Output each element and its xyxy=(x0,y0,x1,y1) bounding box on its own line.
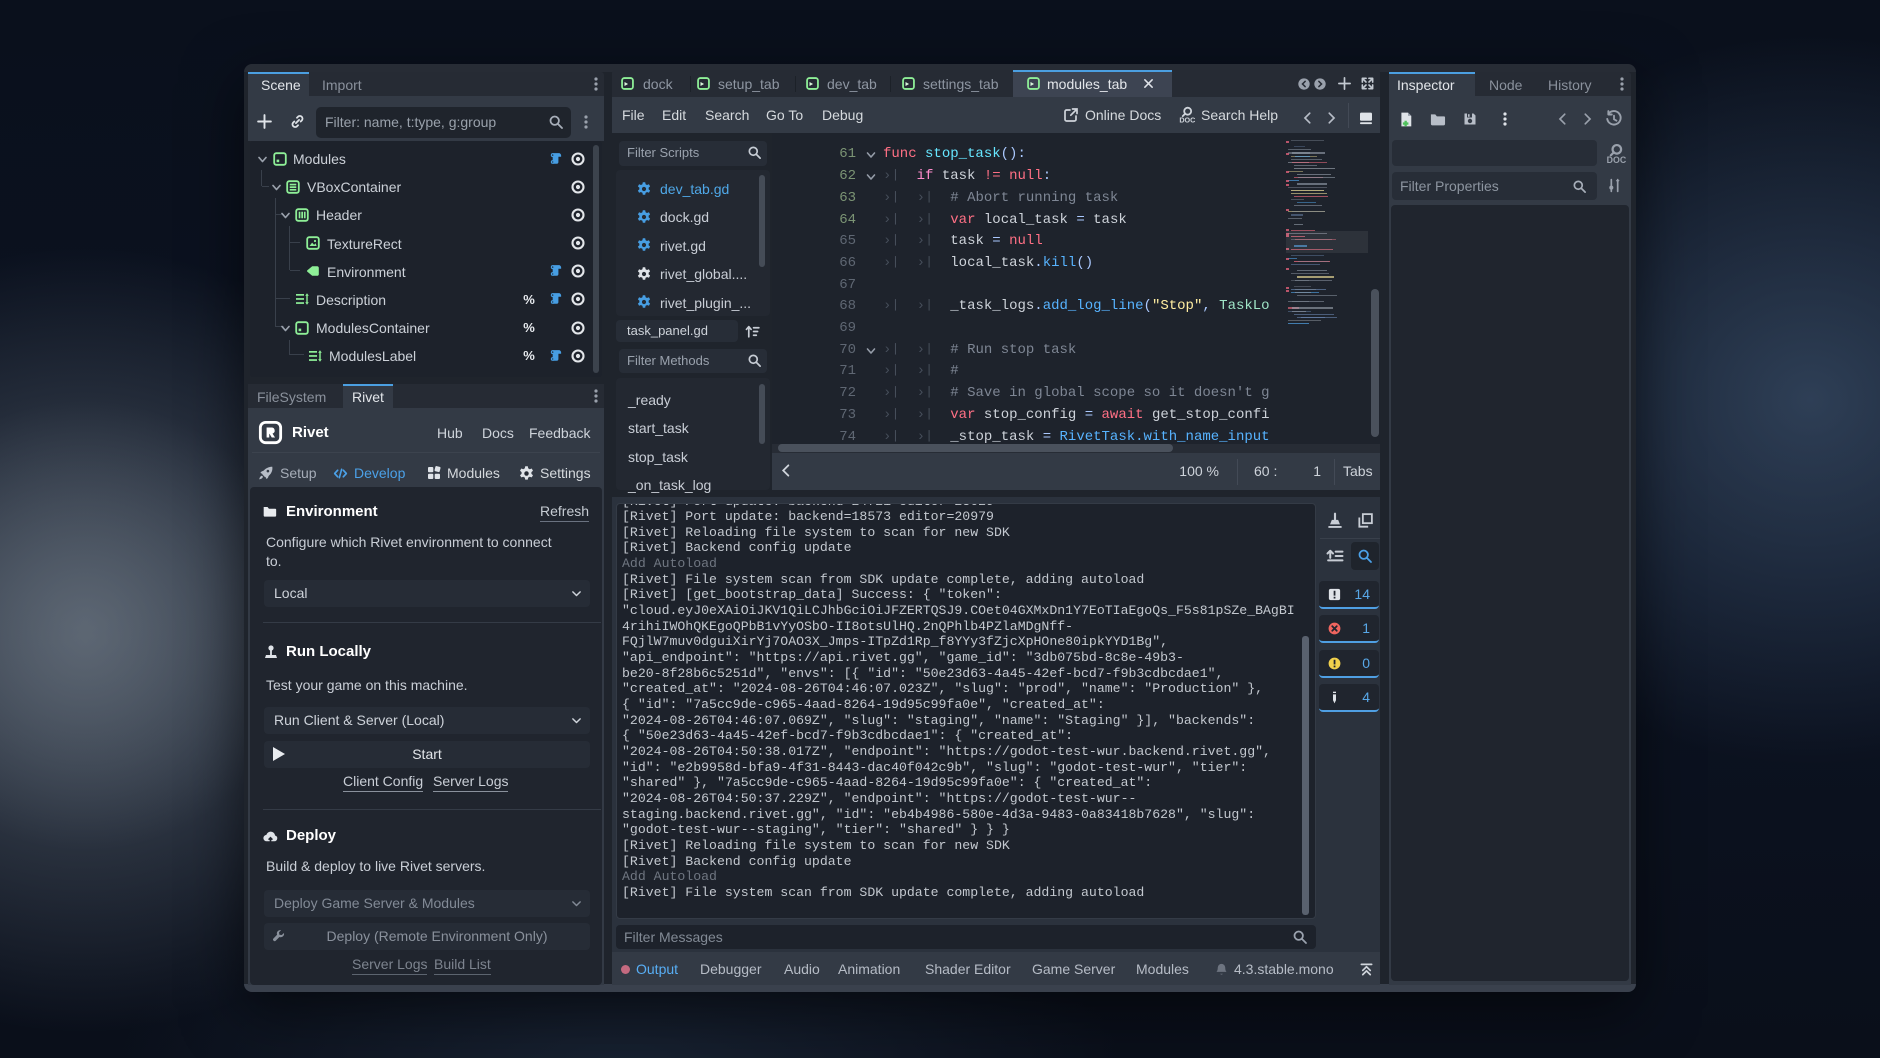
svg-text:DOC: DOC xyxy=(1179,115,1195,124)
svg-text:DOC: DOC xyxy=(1607,155,1627,165)
